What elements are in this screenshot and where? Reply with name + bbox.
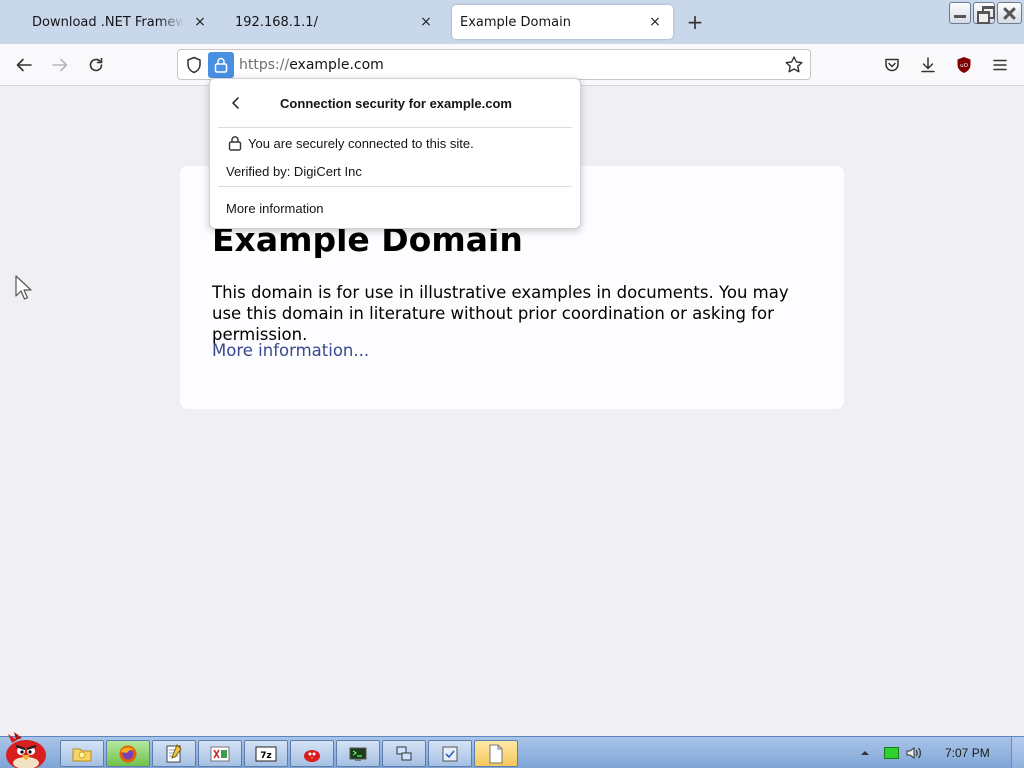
tray-network-icon[interactable]	[884, 747, 899, 759]
svg-text:uO: uO	[960, 63, 968, 69]
tab-dotnet[interactable]: Download .NET Framework 4.8 | Free ×	[18, 5, 218, 39]
close-window-button[interactable]	[997, 2, 1022, 24]
popup-divider	[218, 127, 572, 128]
more-information-link[interactable]: More information...	[212, 341, 369, 360]
terminal-icon	[349, 747, 367, 761]
show-desktop-button[interactable]	[1011, 737, 1024, 768]
verified-by-text: Verified by: DigiCert Inc	[226, 164, 362, 179]
firefox-icon	[119, 745, 137, 762]
taskbar-settings-button[interactable]	[428, 740, 472, 767]
tab-label: Example Domain	[460, 14, 571, 30]
url-host: example.com	[289, 57, 384, 73]
7zip-icon: 7z	[255, 746, 277, 761]
tab-close-icon[interactable]: ×	[647, 14, 663, 30]
menu-button[interactable]	[987, 52, 1013, 78]
pocket-button[interactable]	[879, 52, 905, 78]
popup-title: Connection security for example.com	[280, 96, 512, 111]
tab-router[interactable]: 192.168.1.1/ ×	[222, 5, 444, 39]
url-text[interactable]: https://example.com	[239, 57, 384, 73]
tab-label: 192.168.1.1/	[235, 14, 318, 30]
tab-example-domain[interactable]: Example Domain ×	[452, 5, 673, 39]
shield-icon[interactable]	[185, 56, 203, 74]
document-icon	[489, 744, 503, 763]
notepad-icon	[166, 743, 182, 762]
url-scheme: https://	[239, 57, 290, 73]
downloads-button[interactable]	[915, 52, 941, 78]
page-paragraph: This domain is for use in illustrative e…	[212, 283, 789, 344]
taskbar-folder-button[interactable]	[60, 740, 104, 767]
lock-icon	[228, 136, 242, 151]
back-arrow-icon	[16, 58, 32, 72]
tab-close-icon[interactable]: ×	[418, 14, 434, 30]
tab-close-icon[interactable]: ×	[192, 14, 208, 30]
taskbar-7zip-button[interactable]: 7z	[244, 740, 288, 767]
site-security-button[interactable]	[208, 52, 234, 78]
bookmark-star-icon[interactable]	[784, 55, 804, 75]
pocket-icon	[885, 58, 899, 72]
taskbar-network-button[interactable]	[382, 740, 426, 767]
taskbar-notepad-button[interactable]	[152, 740, 196, 767]
download-icon	[921, 57, 935, 73]
svg-text:7z: 7z	[260, 751, 272, 761]
taskbar-firefox-button[interactable]	[106, 740, 150, 767]
taskbar-clock[interactable]: 7:07 PM	[945, 746, 990, 760]
connection-security-popup: Connection security for example.com You …	[209, 78, 581, 229]
taskbar-document-button[interactable]	[474, 740, 518, 767]
tab-strip: Download .NET Framework 4.8 | Free × 192…	[0, 0, 1024, 44]
hamburger-menu-icon	[993, 59, 1007, 71]
mouse-cursor-icon	[15, 275, 32, 300]
taskbar-angry-bird-button[interactable]	[290, 740, 334, 767]
excel-icon	[210, 746, 230, 761]
restore-button[interactable]	[973, 2, 995, 24]
start-button-angry-bird-icon[interactable]	[2, 731, 52, 768]
network-icon	[396, 746, 412, 760]
reload-icon	[89, 57, 103, 72]
reload-button[interactable]	[83, 52, 109, 78]
tab-label: Download .NET Framework 4.8 | Free	[32, 14, 184, 30]
taskbar: 7z 7:07 PM	[0, 732, 1024, 768]
ublock-button[interactable]: uO	[951, 52, 977, 78]
tray-volume-icon[interactable]	[905, 745, 923, 761]
back-button[interactable]	[11, 52, 37, 78]
forward-button[interactable]	[47, 52, 73, 78]
forward-arrow-icon	[52, 58, 68, 72]
secure-connection-text: You are securely connected to this site.	[248, 136, 474, 151]
popup-more-information-button[interactable]: More information	[226, 201, 324, 216]
ublock-shield-icon: uO	[957, 57, 971, 73]
minimize-button[interactable]	[949, 2, 971, 24]
angry-bird-icon	[304, 749, 320, 762]
taskbar-terminal-button[interactable]	[336, 740, 380, 767]
url-bar[interactable]: https://example.com	[177, 49, 811, 80]
folder-icon	[72, 748, 92, 761]
new-tab-button[interactable]: +	[684, 12, 706, 34]
lock-icon	[214, 57, 228, 73]
settings-icon	[442, 746, 458, 761]
tray-overflow-arrow-icon[interactable]	[860, 748, 870, 758]
popup-divider	[218, 186, 572, 187]
taskbar-excel-button[interactable]	[198, 740, 242, 767]
